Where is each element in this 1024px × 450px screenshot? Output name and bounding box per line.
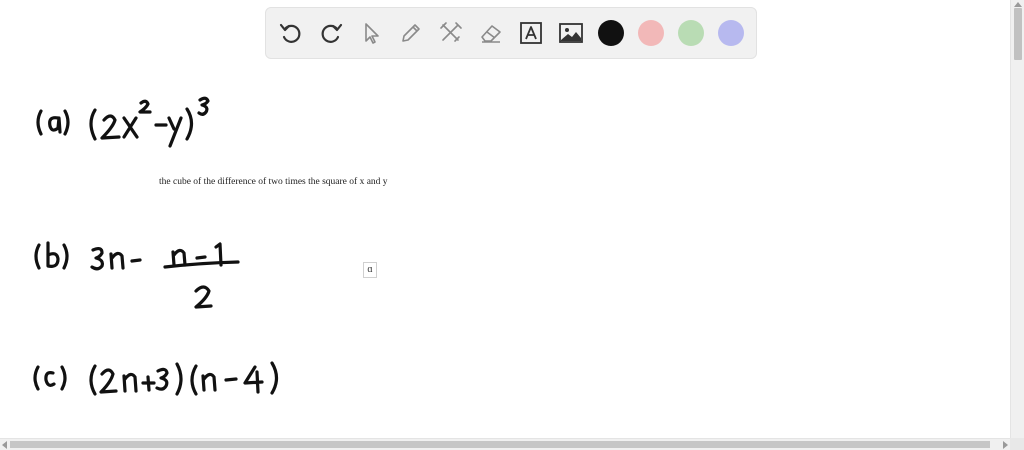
horizontal-scrollbar[interactable]	[0, 438, 1024, 450]
horizontal-scroll-thumb[interactable]	[10, 441, 990, 448]
ink-label-b	[34, 241, 69, 270]
scroll-right-arrow-icon[interactable]	[1003, 441, 1008, 449]
whiteboard-canvas[interactable]: the cube of the difference of two times …	[0, 0, 1010, 438]
ink-expression-a	[89, 96, 210, 148]
scrollbar-corner	[1010, 438, 1024, 450]
scroll-up-arrow-icon[interactable]	[1014, 2, 1022, 7]
text-annotation[interactable]: the cube of the difference of two times …	[159, 177, 388, 187]
vertical-scroll-thumb[interactable]	[1014, 8, 1022, 60]
ink-label-a	[36, 109, 70, 136]
scroll-left-arrow-icon[interactable]	[2, 441, 7, 449]
ink-expression-b	[90, 242, 240, 309]
ink-label-c	[33, 365, 67, 391]
text-cursor-box[interactable]: ɑ	[363, 262, 377, 278]
ink-expression-c	[89, 361, 279, 396]
handwriting-layer	[33, 96, 279, 396]
vertical-scrollbar[interactable]	[1010, 0, 1024, 438]
